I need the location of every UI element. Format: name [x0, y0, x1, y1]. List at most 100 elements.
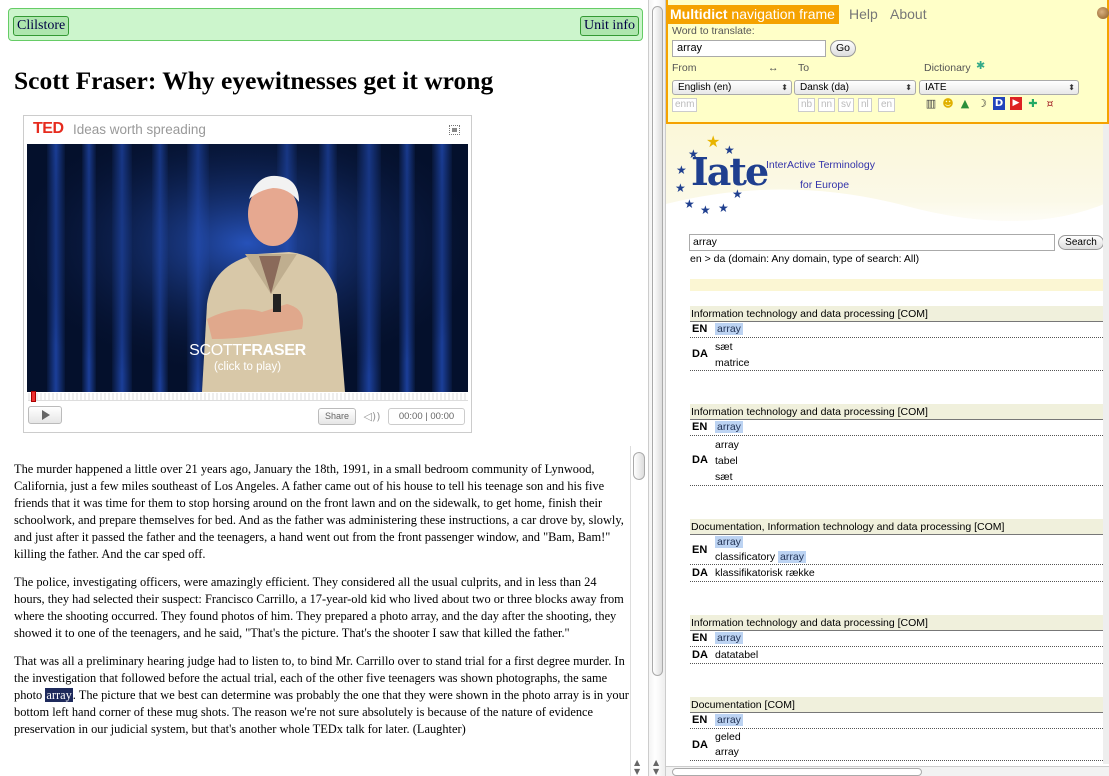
moon-icon[interactable]: ☽: [976, 97, 988, 110]
lang-code-en: EN: [692, 632, 708, 644]
scroll-up-icon[interactable]: ▲: [634, 758, 640, 767]
result-block: Information technology and data processi…: [690, 615, 1105, 664]
scroll-down-icon[interactable]: ▼: [653, 767, 659, 776]
en-row: EN array classificatory array: [690, 535, 1105, 565]
transcript-text: The murder happened a little over 21 yea…: [14, 461, 630, 749]
iate-horizontal-scrollbar[interactable]: [666, 766, 1109, 776]
google-icon[interactable]: ✚: [1027, 97, 1039, 110]
result-block: Information technology and data processi…: [690, 404, 1105, 486]
da-row: DA sæt matrice: [690, 338, 1105, 371]
lang-code-da: DA: [692, 348, 708, 360]
da-row: DA klassifikatorisk række: [690, 565, 1105, 582]
da-term[interactable]: sæt: [715, 341, 1105, 354]
da-term[interactable]: sæt: [715, 471, 1105, 484]
alt-language-enm[interactable]: enm: [672, 98, 698, 112]
star-icon: ★: [684, 197, 695, 211]
from-language-select[interactable]: English (en) ⬍: [672, 80, 792, 95]
result-block: Documentation, Information technology an…: [690, 519, 1105, 582]
about-link[interactable]: About: [890, 6, 927, 22]
result-domain: Documentation [COM]: [690, 697, 1105, 713]
iate-scrollbar[interactable]: [1103, 124, 1109, 764]
en-row: EN array: [690, 713, 1105, 729]
lang-code-da: DA: [692, 739, 708, 751]
alt-language-nb[interactable]: nb: [798, 98, 816, 112]
triangle-icon[interactable]: ▲: [959, 97, 971, 110]
play-button[interactable]: [28, 406, 62, 424]
frame-scrollbar[interactable]: ▲ ▼: [648, 0, 666, 776]
word-input[interactable]: array: [672, 40, 826, 57]
iate-frame: ★ ★ ★ ★ ★ ★ ★ ★ ★ Iate InterActive Termi…: [666, 124, 1109, 776]
fullscreen-icon[interactable]: [449, 125, 460, 135]
volume-icon[interactable]: ◁)): [361, 408, 383, 425]
iate-search-button[interactable]: Search: [1058, 235, 1104, 250]
da-term[interactable]: array: [715, 746, 1105, 759]
ted-logo: TED: [33, 120, 64, 137]
dictionary-label: Dictionary: [924, 62, 971, 74]
transcript-scrollbar[interactable]: ▲ ▼: [630, 446, 647, 776]
scroll-up-icon[interactable]: ▲: [653, 758, 659, 767]
video-frame[interactable]: SCOTTFRASER (click to play): [27, 144, 468, 392]
clilstore-toolbar: Clilstore Unit info: [8, 8, 643, 41]
d-icon[interactable]: D: [993, 97, 1005, 110]
iate-logo-line1: InterActive Terminology: [766, 159, 875, 171]
star-icon: ★: [676, 163, 687, 177]
time-display: 00:00 | 00:00: [388, 408, 465, 425]
result-domain: Information technology and data processi…: [690, 404, 1105, 420]
share-button[interactable]: Share: [318, 408, 356, 425]
en-term[interactable]: array: [715, 421, 743, 433]
scrollbar-thumb[interactable]: [652, 6, 663, 676]
en-term[interactable]: array: [715, 536, 743, 548]
to-language-select[interactable]: Dansk (da) ⬍: [794, 80, 916, 95]
from-label: From: [672, 62, 697, 74]
en-term[interactable]: classificatory array: [715, 551, 806, 563]
to-label: To: [798, 62, 810, 74]
dictionary-select[interactable]: IATE ⬍: [919, 80, 1079, 95]
go-button[interactable]: Go: [830, 40, 856, 57]
result-domain: Documentation, Information technology an…: [690, 519, 1105, 535]
ted-header: TED Ideas worth spreading: [24, 116, 471, 144]
alt-language-sv[interactable]: sv: [838, 98, 854, 112]
alt-language-nl[interactable]: nl: [858, 98, 872, 112]
da-term[interactable]: geled: [715, 731, 1105, 744]
lang-code-da: DA: [692, 567, 708, 579]
en-term[interactable]: array: [715, 323, 743, 335]
en-term[interactable]: array: [715, 632, 743, 644]
da-term[interactable]: klassifikatorisk række: [715, 567, 1105, 580]
scroll-down-icon[interactable]: ▼: [634, 767, 640, 776]
unit-info-button[interactable]: Unit info: [580, 16, 639, 36]
en-row: EN array: [690, 631, 1105, 647]
multidict-frame: Multidict navigation frame Help About Wo…: [666, 0, 1109, 124]
scrollbar-thumb[interactable]: [672, 768, 922, 776]
swap-icon[interactable]: ↔: [768, 62, 779, 74]
progress-bar[interactable]: [28, 391, 468, 402]
da-term[interactable]: datatabel: [715, 649, 1105, 662]
en-term-highlight: array: [778, 551, 806, 563]
lang-code-da: DA: [692, 454, 708, 466]
scrollbar-thumb[interactable]: [633, 452, 645, 480]
smiley-icon[interactable]: ☻: [942, 97, 954, 110]
clilstore-button[interactable]: Clilstore: [13, 16, 70, 36]
da-term[interactable]: tabel: [715, 455, 1105, 468]
star-icon: ★: [718, 201, 729, 215]
iate-logo: Iate: [691, 149, 769, 194]
globe-icon: ✱: [976, 60, 986, 72]
alt-language-en[interactable]: en: [878, 98, 896, 112]
iate-search-input[interactable]: array: [689, 234, 1055, 251]
progress-knob[interactable]: [31, 391, 36, 402]
lang-code-da: DA: [692, 649, 708, 661]
book-icon[interactable]: ▥: [925, 97, 937, 110]
da-term[interactable]: matrice: [715, 357, 1105, 370]
en-row: EN array: [690, 420, 1105, 436]
alt-language-nn[interactable]: nn: [818, 98, 836, 112]
iate-logo-line2: for Europe: [800, 179, 850, 191]
flag-icon[interactable]: ▶: [1010, 97, 1022, 110]
kanji-icon[interactable]: ¤: [1044, 97, 1056, 110]
help-link[interactable]: Help: [849, 6, 878, 22]
en-term[interactable]: array: [715, 714, 743, 726]
da-term[interactable]: array: [715, 439, 1105, 452]
result-block: Documentation [COM] EN array DA geled ar…: [690, 697, 1105, 761]
paragraph: The police, investigating officers, were…: [14, 575, 624, 640]
result-domain: Information technology and data processi…: [690, 306, 1105, 322]
highlighted-word[interactable]: array: [45, 688, 73, 702]
multidict-logo-icon: [1097, 7, 1109, 19]
